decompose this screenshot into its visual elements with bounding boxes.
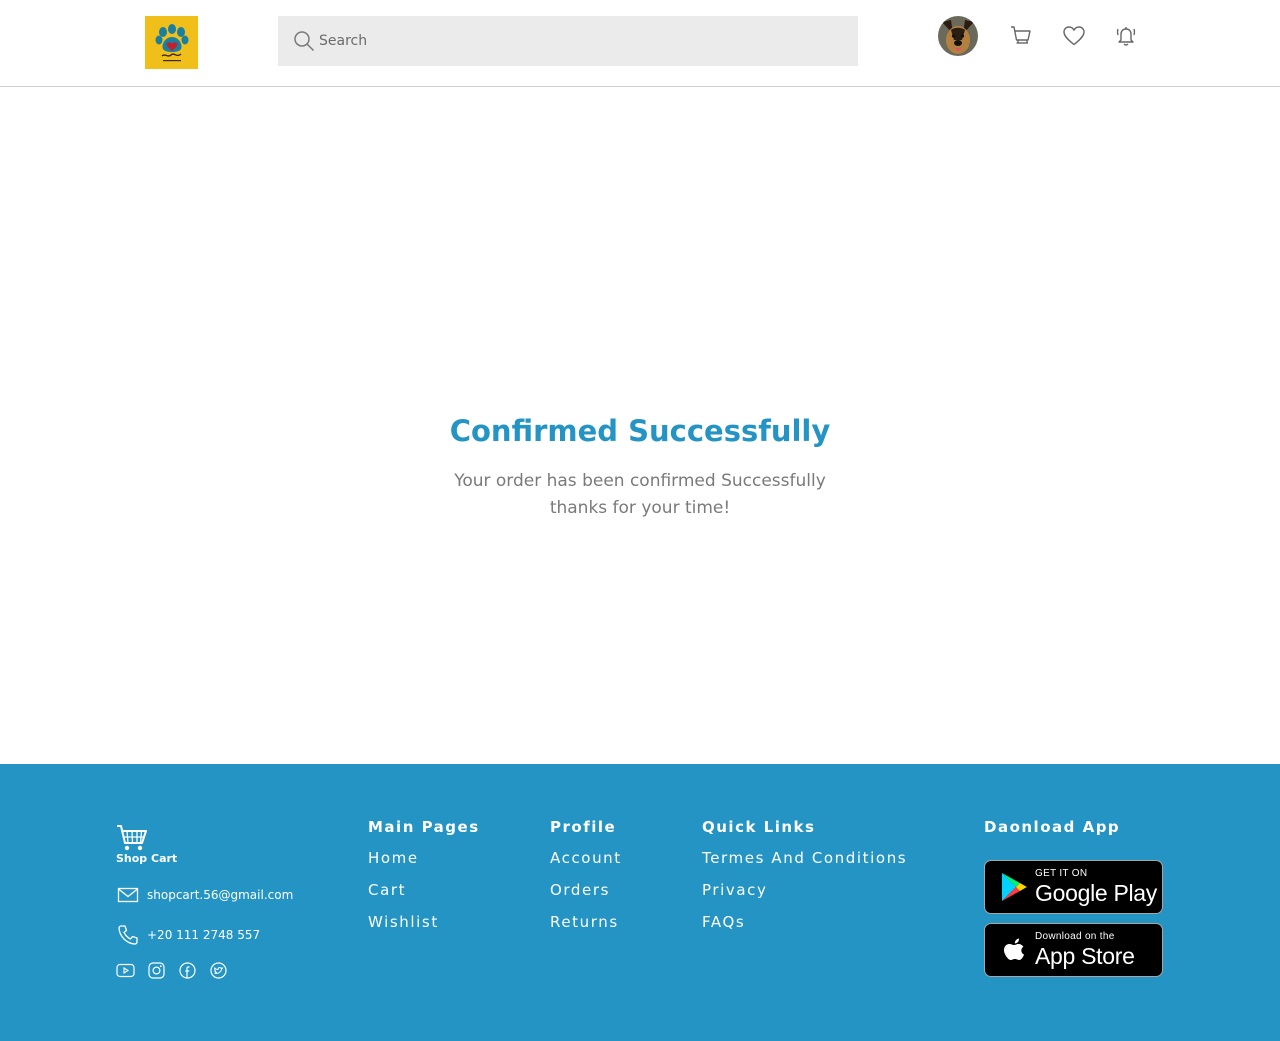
footer-phone[interactable]: +20 111 2748 557 — [116, 925, 260, 945]
search-bar[interactable] — [278, 16, 858, 66]
google-play-icon — [991, 871, 1037, 903]
heart-icon[interactable] — [1062, 24, 1086, 48]
footer-link-privacy[interactable]: Privacy — [702, 881, 907, 900]
app-store-button[interactable]: Download on the App Store — [984, 923, 1163, 977]
footer-link-home[interactable]: Home — [368, 849, 480, 868]
footer-link-faqs[interactable]: FAQs — [702, 913, 907, 932]
footer-link-returns[interactable]: Returns — [550, 913, 622, 932]
logo[interactable] — [145, 16, 198, 69]
shopping-cart-icon — [117, 825, 147, 851]
cart-icon[interactable] — [1009, 24, 1033, 48]
footer-column-quick-links: Quick Links Termes And Conditions Privac… — [702, 818, 907, 945]
footer-link-cart[interactable]: Cart — [368, 881, 480, 900]
confirmation-title: Confirmed Successfully — [449, 414, 831, 448]
search-icon — [293, 30, 315, 52]
confirmation-message: Your order has been confirmed Successful… — [440, 468, 840, 522]
footer-email-text: shopcart.56@gmail.com — [147, 888, 294, 902]
facebook-icon[interactable] — [178, 961, 197, 980]
app-store-text: Download on the App Store — [1035, 931, 1135, 969]
google-play-text: GET IT ON Google Play — [1035, 868, 1157, 906]
dog-avatar-icon — [938, 16, 978, 56]
footer-link-orders[interactable]: Orders — [550, 881, 622, 900]
apple-icon — [991, 934, 1037, 966]
footer-email[interactable]: shopcart.56@gmail.com — [116, 885, 293, 905]
footer-heading-download: Daonload App — [984, 818, 1121, 836]
google-play-button[interactable]: GET IT ON Google Play — [984, 860, 1163, 914]
confirmation-message-line2: thanks for your time! — [549, 498, 731, 518]
header — [0, 0, 1280, 87]
footer-column-main-pages: Main Pages Home Cart Wishlist — [368, 818, 480, 945]
footer-brand[interactable]: Shop Cart — [116, 824, 177, 865]
footer-column-profile: Profile Account Orders Returns — [550, 818, 622, 945]
footer-link-account[interactable]: Account — [550, 849, 622, 868]
instagram-icon[interactable] — [147, 961, 166, 980]
footer-link-wishlist[interactable]: Wishlist — [368, 913, 480, 932]
google-play-big-text: Google Play — [1035, 880, 1157, 906]
footer-column-download: Daonload App — [984, 818, 1120, 849]
app-store-small-text: Download on the — [1035, 931, 1115, 942]
footer-heading-main-pages: Main Pages — [368, 818, 480, 836]
social-links — [116, 961, 240, 980]
footer-heading-quick-links: Quick Links — [702, 818, 816, 836]
mail-icon — [116, 885, 140, 905]
avatar[interactable] — [938, 16, 978, 56]
paw-logo-icon — [155, 23, 188, 61]
search-input[interactable] — [319, 33, 819, 49]
footer-phone-text: +20 111 2748 557 — [147, 928, 261, 942]
google-play-small-text: GET IT ON — [1035, 868, 1088, 879]
bell-icon[interactable] — [1114, 24, 1138, 48]
footer-heading-profile: Profile — [550, 818, 617, 836]
footer-link-terms[interactable]: Termes And Conditions — [702, 849, 907, 868]
confirmation-section: Confirmed Successfully Your order has be… — [0, 88, 1280, 764]
phone-icon — [116, 925, 140, 945]
twitter-icon[interactable] — [209, 961, 228, 980]
youtube-icon[interactable] — [116, 961, 135, 980]
footer: Shop Cart shopcart.56@gmail.com +20 111 … — [0, 764, 1280, 1041]
confirmation-message-line1: Your order has been confirmed Successful… — [454, 471, 826, 491]
app-store-big-text: App Store — [1035, 943, 1135, 969]
footer-brand-name: Shop Cart — [116, 852, 178, 865]
